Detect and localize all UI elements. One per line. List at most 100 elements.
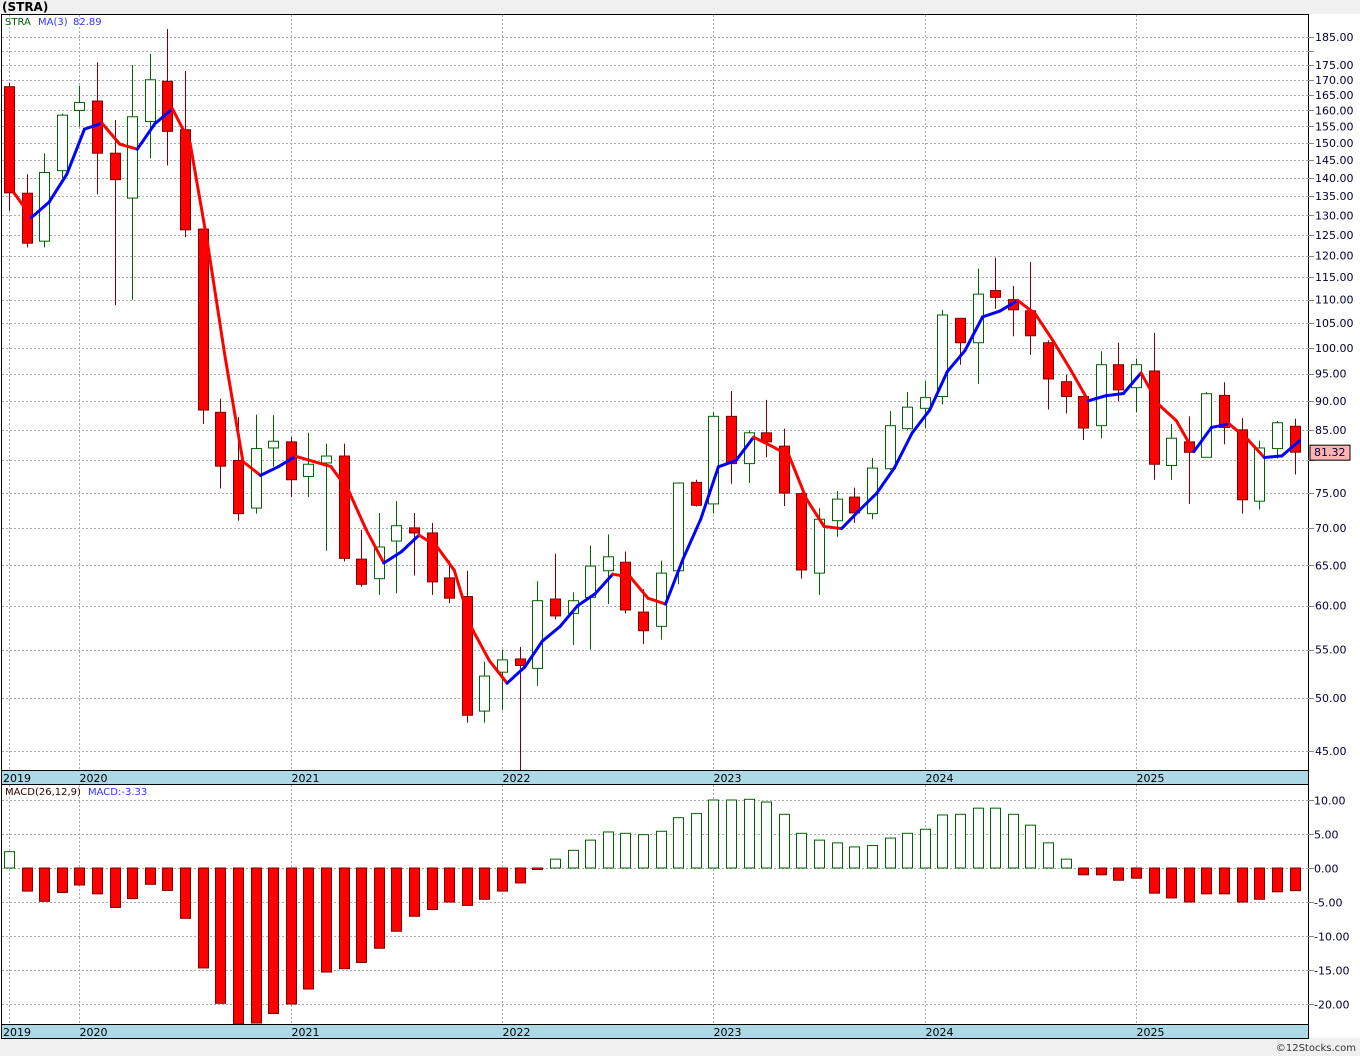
price-tick-label: 165.00 [1315, 89, 1354, 102]
macd-bar-negative [427, 867, 438, 910]
chart-title: (STRA) [2, 0, 48, 14]
macd-bar-positive [814, 839, 825, 869]
candle-body [867, 467, 878, 515]
candle-up [57, 113, 68, 178]
candle-body [74, 102, 85, 111]
candle-body [1061, 381, 1072, 397]
macd-bar-negative [1219, 867, 1230, 895]
macd-bar-negative [268, 867, 279, 1015]
price-tick-label: 60.00 [1315, 600, 1347, 613]
price-tick-label: 85.00 [1315, 424, 1347, 437]
macd-bar-positive [761, 801, 772, 869]
macd-bar-positive [656, 830, 667, 869]
macd-bar-negative [1201, 867, 1212, 895]
candle-body [1237, 429, 1248, 501]
candle-body [339, 455, 350, 559]
macd-tick-label: -20.00 [1314, 999, 1349, 1012]
candle-body [603, 556, 614, 572]
macd-bar-negative [145, 867, 156, 885]
price-tick-label: 75.00 [1315, 487, 1347, 500]
year-label: 2024 [926, 1026, 954, 1039]
macd-bar-positive [744, 798, 755, 869]
price-tick-label: 70.00 [1315, 522, 1347, 535]
year-label: 2019 [3, 772, 31, 785]
last-price-marker: 81.32 [1309, 444, 1351, 461]
price-tick-label: 65.00 [1315, 559, 1347, 572]
year-label: 2020 [80, 1026, 108, 1039]
candle-body [726, 415, 737, 465]
macd-bar-positive [832, 842, 843, 869]
macd-bar-negative [233, 867, 244, 1025]
macd-bar-negative [444, 867, 455, 903]
price-tick-label: 50.00 [1315, 692, 1347, 705]
candle-body [497, 659, 508, 673]
macd-bar-positive [603, 831, 614, 869]
price-tick-label: 110.00 [1315, 294, 1354, 307]
macd-legend-label: MACD(26,12,9) [5, 787, 81, 798]
year-label: 2022 [503, 772, 531, 785]
price-tick-label: 90.00 [1315, 395, 1347, 408]
price-y-axis: 185.00 175.00 170.00 165.00 160.00 155.00 150.… [1308, 31, 1354, 758]
year-label: 2022 [503, 1026, 531, 1039]
macd-bar-negative [74, 867, 85, 886]
candle-down [4, 82, 15, 211]
macd-bar-negative [515, 867, 526, 884]
footer-copyright: ©12Stocks.com [1276, 1043, 1356, 1054]
macd-bar-positive [1043, 842, 1054, 869]
macd-bar-negative [57, 867, 68, 893]
price-panel: 185.00 175.00 170.00 165.00 160.00 155.00 150.… [1, 14, 1354, 785]
macd-bar-positive [568, 849, 579, 869]
price-tick-label: 185.00 [1315, 31, 1354, 44]
year-label: 2025 [1137, 772, 1165, 785]
macd-bar-negative [215, 867, 226, 1004]
macd-bar-positive [691, 813, 702, 869]
price-tick-label: 140.00 [1315, 172, 1354, 185]
stock-chart: (STRA) ©12Stocks.com 185.00175.00170.001… [0, 0, 1360, 1056]
candle-body [832, 498, 843, 522]
price-tick-label: 45.00 [1315, 745, 1347, 758]
macd-bar-negative [1096, 867, 1107, 876]
price-tick-label: 160.00 [1315, 104, 1354, 117]
candle-body [656, 572, 667, 627]
price-x-axis-band [1, 770, 1309, 785]
macd-bar-negative [1149, 867, 1160, 894]
macd-tick-label: -15.00 [1314, 965, 1349, 978]
macd-bar-positive [638, 834, 649, 869]
candle-body [955, 317, 966, 344]
candle-body [638, 611, 649, 632]
macd-bar-negative [180, 867, 191, 919]
candle-body [4, 86, 15, 194]
macd-bar-negative [1290, 867, 1301, 892]
candle-body [1149, 370, 1160, 465]
candle-body [796, 493, 807, 571]
footer-bar [0, 1038, 1360, 1056]
candle-body [110, 152, 121, 181]
macd-bar-negative [1254, 867, 1265, 900]
macd-bars [4, 798, 1301, 1025]
macd-bar-negative [479, 867, 490, 900]
macd-bar-positive [885, 837, 896, 869]
macd-bar-negative [303, 867, 314, 990]
candle-body [479, 675, 490, 712]
price-tick-label: 120.00 [1315, 250, 1354, 263]
candle-body [620, 561, 631, 611]
candle-body [127, 116, 138, 199]
year-label: 2021 [292, 1026, 320, 1039]
year-label: 2021 [292, 772, 320, 785]
macd-bar-positive [585, 839, 596, 869]
candle-body [251, 448, 262, 509]
macd-bar-positive [620, 832, 631, 869]
legend-ma-value: 82.89 [73, 17, 102, 28]
macd-bar-negative [251, 867, 262, 1024]
macd-bar-positive [779, 813, 790, 869]
macd-bar-negative [1184, 867, 1195, 903]
candle-body [215, 411, 226, 467]
macd-bar-negative [532, 867, 543, 870]
macd-tick-label: 5.00 [1314, 829, 1339, 842]
candle-body [145, 79, 156, 123]
candle-down [339, 443, 350, 562]
macd-bar-negative [39, 867, 50, 902]
candle-body [532, 600, 543, 669]
macd-bar-negative [374, 867, 385, 949]
candle-body [198, 228, 209, 411]
